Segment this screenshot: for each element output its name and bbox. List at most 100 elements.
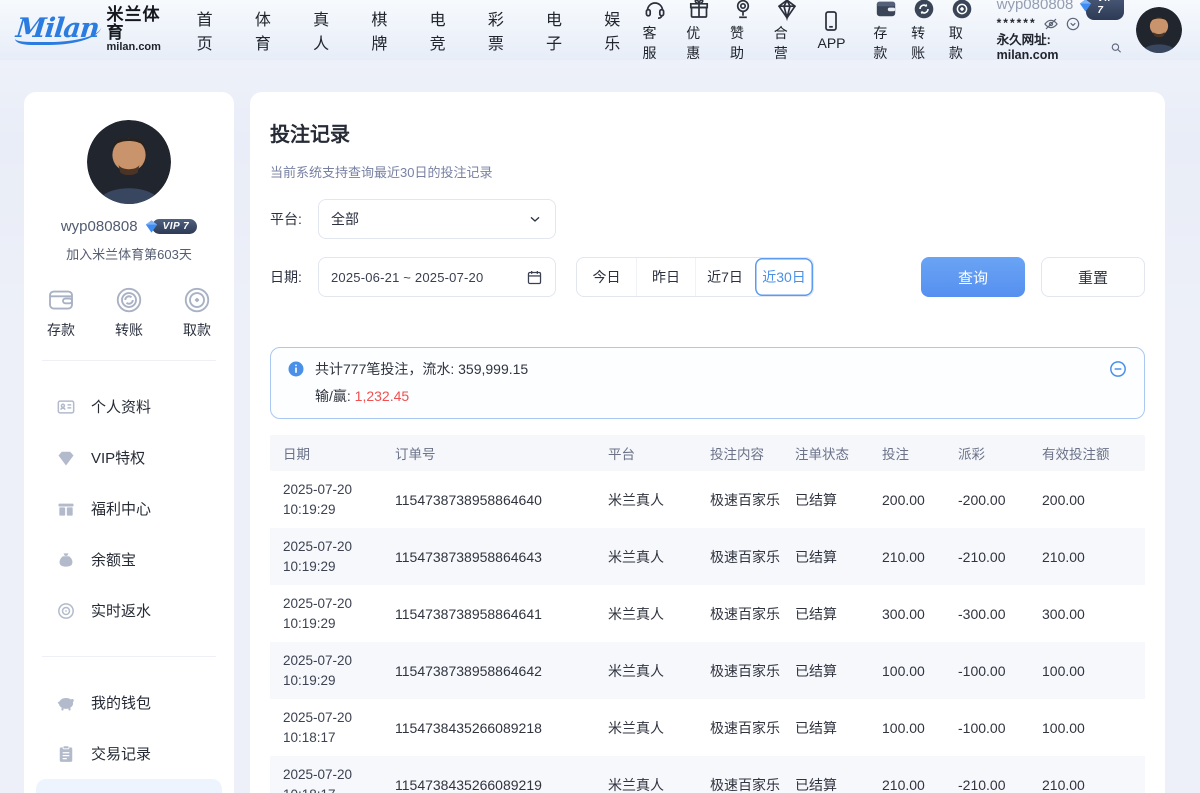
sidebar-item-label: 福利中心 <box>91 498 151 519</box>
sidebar-transfer-button[interactable]: 转账 <box>114 285 144 340</box>
sidebar-item-wallet[interactable]: 我的钱包 <box>36 677 222 728</box>
user-avatar[interactable] <box>1136 7 1182 53</box>
sidebar-item-label: 个人资料 <box>91 396 151 417</box>
sidebar-item-yuebao[interactable]: 余额宝 <box>36 534 222 585</box>
cell-order: 1154738738958864641 <box>382 606 595 622</box>
navbar-item-label: APP <box>817 35 845 51</box>
cell-bet: 300.00 <box>869 606 945 622</box>
page-subtitle: 当前系统支持查询最近30日的投注记录 <box>270 162 1145 181</box>
cell-status: 已结算 <box>782 604 869 624</box>
col-header-content: 投注内容 <box>697 443 782 463</box>
username-text: wyp080808 <box>997 0 1074 15</box>
cell-payout: -300.00 <box>945 606 1029 622</box>
site-logo[interactable]: Milan 米兰体育 milan.com <box>16 6 171 53</box>
cell-bet: 210.00 <box>869 777 945 793</box>
date-range-value: 2025-06-21 ~ 2025-07-20 <box>331 270 483 285</box>
navbar-item-label: 取款 <box>949 23 975 63</box>
sidebar-item-label: 实时返水 <box>91 600 151 621</box>
nav-link-lottery[interactable]: 彩票 <box>488 6 517 54</box>
masked-balance: ****** <box>997 16 1037 31</box>
sidebar-item-bet-records[interactable]: 投注记录 <box>36 779 222 793</box>
sidebar-deposit-button[interactable]: 存款 <box>46 285 76 340</box>
col-header-payout: 派彩 <box>945 443 1029 463</box>
logo-cn-text: 米兰体育 <box>107 6 171 42</box>
quick-date-7days[interactable]: 近7日 <box>695 258 754 296</box>
headset-icon <box>643 0 667 21</box>
summary-totals-text: 共计777笔投注，流水: 359,999.15 <box>315 359 528 379</box>
nav-link-home[interactable]: 首页 <box>197 6 226 54</box>
cell-valid: 100.00 <box>1029 663 1145 679</box>
sidebar-withdraw-button[interactable]: 取款 <box>182 285 212 340</box>
cell-order: 1154738738958864640 <box>382 492 595 508</box>
table-row: 2025-07-2010:18:17 1154738435266089219 米… <box>270 756 1145 793</box>
navbar-item-promo[interactable]: 优惠 <box>686 0 712 63</box>
chevron-circle-icon[interactable] <box>1065 16 1081 32</box>
sidebar-quick-actions: 存款 转账 取款 <box>36 285 222 340</box>
query-button[interactable]: 查询 <box>921 257 1025 297</box>
cell-order: 1154738738958864643 <box>382 549 595 565</box>
main-panel: 投注记录 当前系统支持查询最近30日的投注记录 平台: 全部 日期: 2025-… <box>250 92 1165 793</box>
sidebar-item-profile[interactable]: 个人资料 <box>36 381 222 432</box>
sidebar-username: wyp080808 <box>61 218 138 235</box>
table-row: 2025-07-2010:18:17 1154738435266089218 米… <box>270 699 1145 756</box>
sidebar-vip-badge: VIP 7 <box>144 219 198 235</box>
quick-date-yesterday[interactable]: 昨日 <box>636 258 695 296</box>
magnifier-icon[interactable] <box>1109 40 1124 56</box>
quick-date-group: 今日 昨日 近7日 近30日 <box>576 257 814 297</box>
navbar-item-partner[interactable]: 合营 <box>774 0 800 63</box>
sidebar-item-label: 余额宝 <box>91 549 136 570</box>
sidebar-item-welfare[interactable]: 福利中心 <box>36 483 222 534</box>
date-range-input[interactable]: 2025-06-21 ~ 2025-07-20 <box>318 257 556 297</box>
cell-content: 极速百家乐 <box>697 661 782 681</box>
col-header-platform: 平台 <box>595 443 697 463</box>
collapse-icon[interactable] <box>1108 359 1128 379</box>
platform-select[interactable]: 全部 <box>318 199 556 239</box>
divider <box>42 656 216 657</box>
sidebar-item-vip[interactable]: VIP特权 <box>36 432 222 483</box>
cell-payout: -210.00 <box>945 549 1029 565</box>
cell-status: 已结算 <box>782 661 869 681</box>
sidebar-item-transactions[interactable]: 交易记录 <box>36 728 222 779</box>
cell-valid: 300.00 <box>1029 606 1145 622</box>
nav-link-chess[interactable]: 棋牌 <box>371 6 400 54</box>
diamond-icon <box>775 0 799 21</box>
date-label: 日期: <box>270 267 318 287</box>
quick-date-today[interactable]: 今日 <box>577 258 636 296</box>
nav-link-slots[interactable]: 电子 <box>546 6 575 54</box>
navbar-item-app[interactable]: APP <box>817 9 845 51</box>
quick-action-label: 转账 <box>115 320 143 340</box>
cell-content: 极速百家乐 <box>697 775 782 793</box>
col-header-order: 订单号 <box>382 443 595 463</box>
col-header-date: 日期 <box>270 443 382 463</box>
navbar-item-label: 存款 <box>873 23 899 63</box>
navbar-item-support[interactable]: 客服 <box>642 0 668 63</box>
vip-diamond-icon <box>1078 0 1093 13</box>
cell-status: 已结算 <box>782 490 869 510</box>
cell-platform: 米兰真人 <box>595 661 697 681</box>
transfer-icon <box>912 0 936 21</box>
quick-date-30days[interactable]: 近30日 <box>754 258 813 296</box>
nav-link-entertainment[interactable]: 娱乐 <box>604 6 633 54</box>
rebate-circle-icon <box>56 601 76 621</box>
eye-off-icon[interactable] <box>1043 16 1059 32</box>
sidebar-avatar[interactable] <box>87 120 171 204</box>
cell-valid: 100.00 <box>1029 720 1145 736</box>
sidebar-item-label: VIP特权 <box>91 447 145 468</box>
nav-link-sports[interactable]: 体育 <box>255 6 284 54</box>
cell-status: 已结算 <box>782 547 869 567</box>
nav-link-live[interactable]: 真人 <box>313 6 342 54</box>
nav-link-esports[interactable]: 电竞 <box>430 6 459 54</box>
sidebar-item-rebate[interactable]: 实时返水 <box>36 585 222 636</box>
navbar-item-transfer[interactable]: 转账 <box>911 0 937 63</box>
reset-button[interactable]: 重置 <box>1041 257 1145 297</box>
col-header-status: 注单状态 <box>782 443 869 463</box>
navbar-item-sponsor[interactable]: 赞助 <box>730 0 756 63</box>
cell-date: 2025-07-2010:19:29 <box>270 594 382 633</box>
logo-script-text: Milan <box>14 15 102 45</box>
navbar-item-withdraw[interactable]: 取款 <box>949 0 975 63</box>
sidebar-item-label: 交易记录 <box>91 743 151 764</box>
top-navbar: Milan 米兰体育 milan.com 首页 体育 真人 棋牌 电竞 彩票 电… <box>0 0 1200 60</box>
navbar-item-deposit[interactable]: 存款 <box>873 0 899 63</box>
navbar-item-label: 转账 <box>911 23 937 63</box>
info-icon <box>287 360 305 378</box>
